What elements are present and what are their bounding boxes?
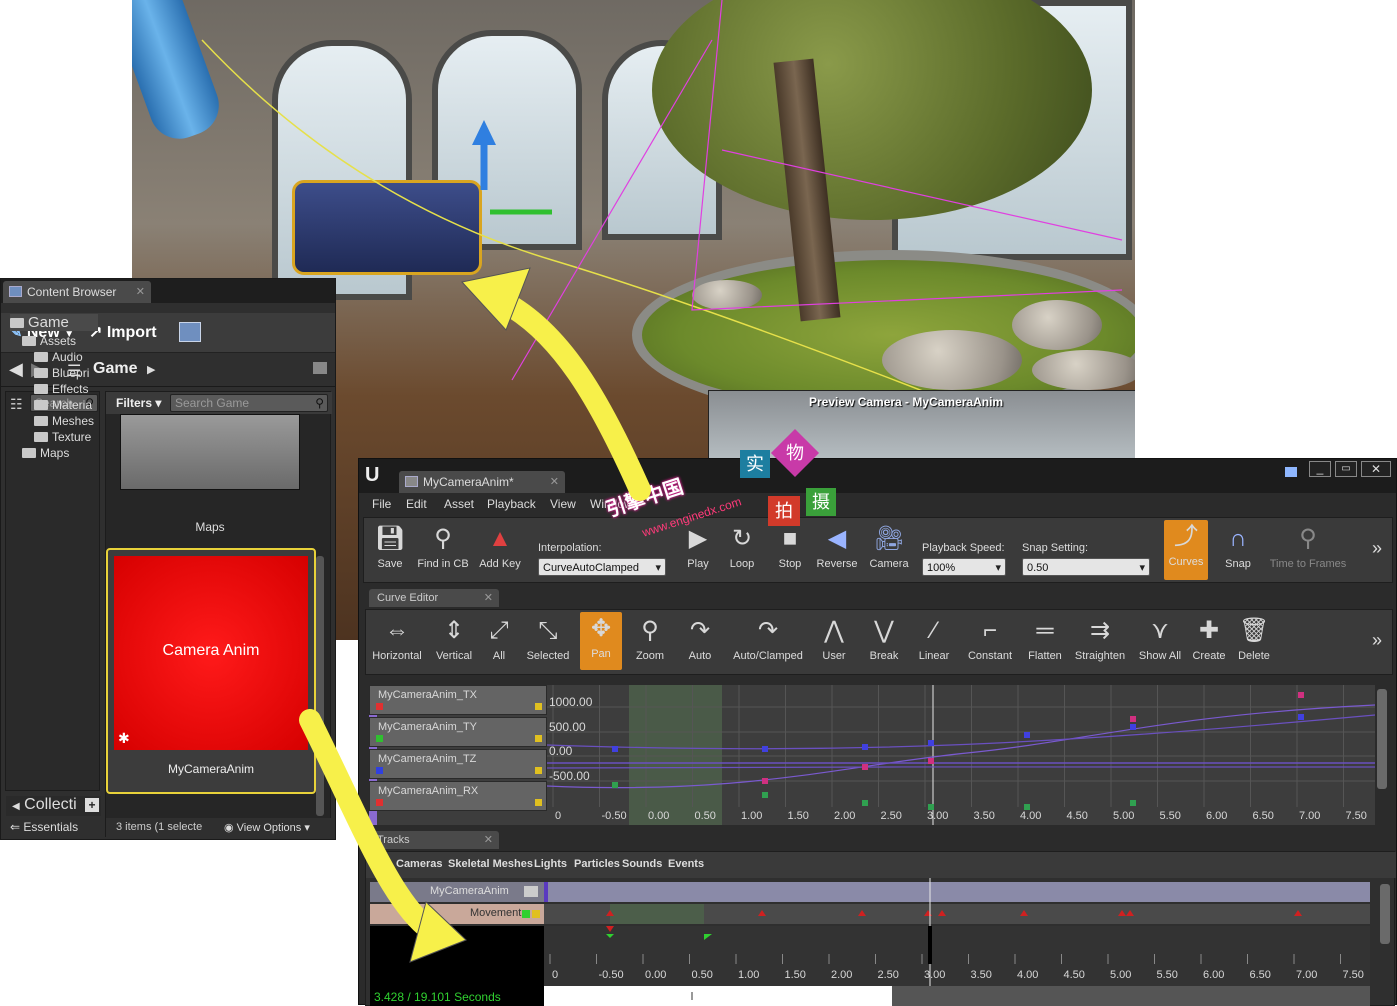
annotation-arrows: [299, 267, 651, 963]
